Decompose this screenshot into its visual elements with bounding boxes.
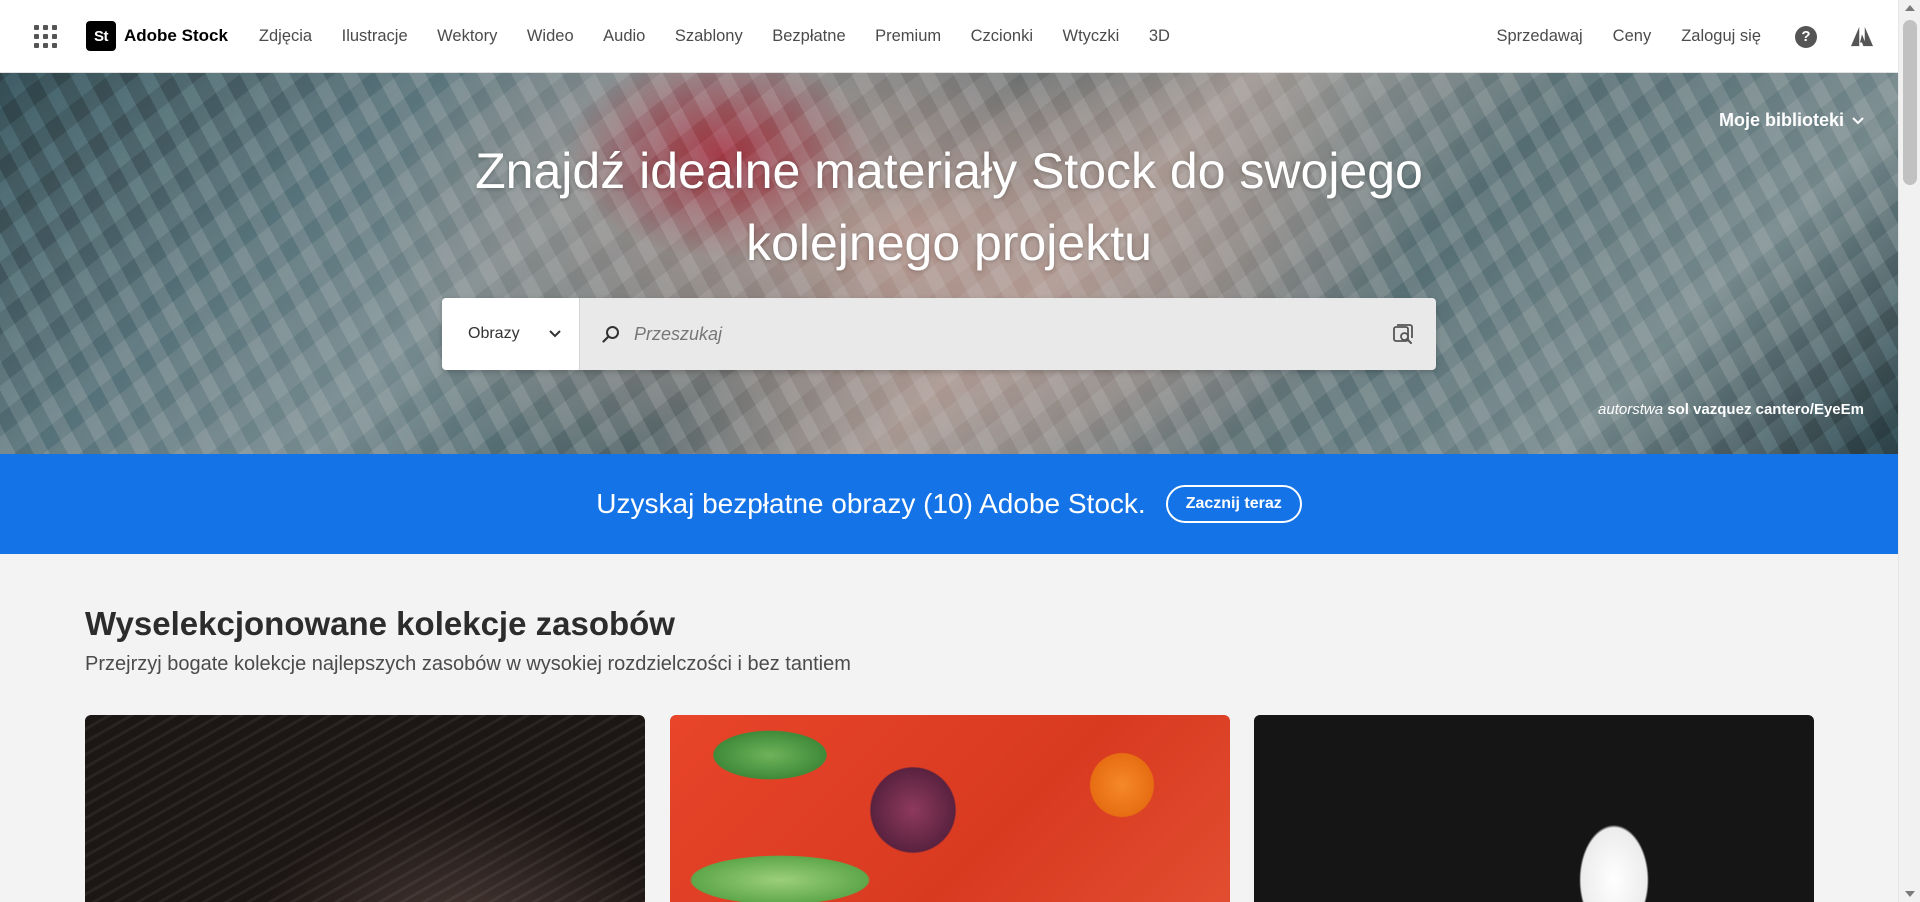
search-icon [602, 326, 619, 343]
pricing-link[interactable]: Ceny [1613, 27, 1652, 46]
nav-item-vectors[interactable]: Wektory [437, 27, 497, 46]
brand-name: Adobe Stock [124, 26, 228, 45]
search-input[interactable] [634, 323, 1392, 345]
nav-item-templates[interactable]: Szablony [675, 27, 743, 46]
sign-in-link[interactable]: Zaloguj się [1681, 27, 1761, 46]
scrollbar-thumb[interactable] [1903, 20, 1917, 185]
chevron-down-icon [1852, 116, 1864, 124]
page-scrollbar[interactable] [1898, 0, 1920, 902]
hero-banner: Moje biblioteki Znajdź idealne materiały… [0, 73, 1898, 454]
nav-item-illustrations[interactable]: Ilustracje [342, 27, 408, 46]
app-switcher-grid-icon[interactable] [32, 23, 58, 49]
search-bar: Obrazy [442, 298, 1436, 370]
hero-title-line-2: kolejnego projektu [746, 215, 1152, 271]
scroll-down-arrow-icon[interactable] [1905, 891, 1915, 897]
scroll-up-arrow-icon[interactable] [1905, 5, 1915, 11]
image-credit: autorstwa sol vazquez cantero/EyeEm [1598, 401, 1864, 418]
collection-card-portrait[interactable] [85, 715, 645, 902]
promo-text: Uzyskaj bezpłatne obrazy (10) Adobe Stoc… [596, 488, 1146, 519]
adobe-logo-icon[interactable] [1851, 26, 1873, 48]
nav-item-plugins[interactable]: Wtyczki [1063, 27, 1120, 46]
visual-search-icon[interactable] [1392, 323, 1414, 345]
brand-home-link[interactable]: St Adobe Stock [86, 21, 228, 51]
search-field [580, 298, 1436, 370]
free-images-promo-banner: Uzyskaj bezpłatne obrazy (10) Adobe Stoc… [0, 454, 1898, 554]
hero-title-line-1: Znajdź idealne materiały Stock do swojeg… [475, 143, 1423, 199]
nav-item-photos[interactable]: Zdjęcia [259, 27, 312, 46]
start-now-button[interactable]: Zacznij teraz [1165, 485, 1302, 523]
collections-subtitle: Przejrzyj bogate kolekcje najlepszych za… [85, 653, 851, 675]
top-navigation-bar: St Adobe Stock Zdjęcia Ilustracje Wektor… [0, 0, 1898, 73]
my-libraries-label: Moje biblioteki [1718, 110, 1844, 130]
main-nav: Zdjęcia Ilustracje Wektory Wideo Audio S… [259, 27, 1200, 46]
my-libraries-dropdown[interactable]: Moje biblioteki [1719, 110, 1864, 131]
nav-item-premium[interactable]: Premium [875, 27, 941, 46]
help-icon[interactable]: ? [1795, 25, 1817, 48]
nav-item-audio[interactable]: Audio [603, 27, 645, 46]
hero-title: Znajdź idealne materiały Stock do swojeg… [0, 135, 1898, 279]
asset-type-select[interactable]: Obrazy [442, 298, 580, 370]
chevron-down-icon [549, 330, 561, 338]
nav-item-3d[interactable]: 3D [1149, 27, 1170, 46]
collections-title: Wyselekcjonowane kolekcje zasobów [85, 605, 675, 642]
right-nav: Sprzedawaj Ceny Zaloguj się ? [1466, 0, 1883, 73]
nav-item-video[interactable]: Wideo [527, 27, 574, 46]
credit-author[interactable]: sol vazquez cantero/EyeEm [1667, 401, 1864, 418]
credit-prefix: autorstwa [1598, 401, 1664, 418]
nav-item-fonts[interactable]: Czcionki [971, 27, 1033, 46]
sell-link[interactable]: Sprzedawaj [1496, 27, 1582, 46]
collection-card-vegetables[interactable] [670, 715, 1230, 902]
adobe-stock-logo-icon: St [86, 21, 116, 51]
asset-type-selected: Obrazy [468, 325, 520, 342]
nav-item-free[interactable]: Bezpłatne [772, 27, 845, 46]
collection-card-penguins[interactable] [1254, 715, 1814, 902]
